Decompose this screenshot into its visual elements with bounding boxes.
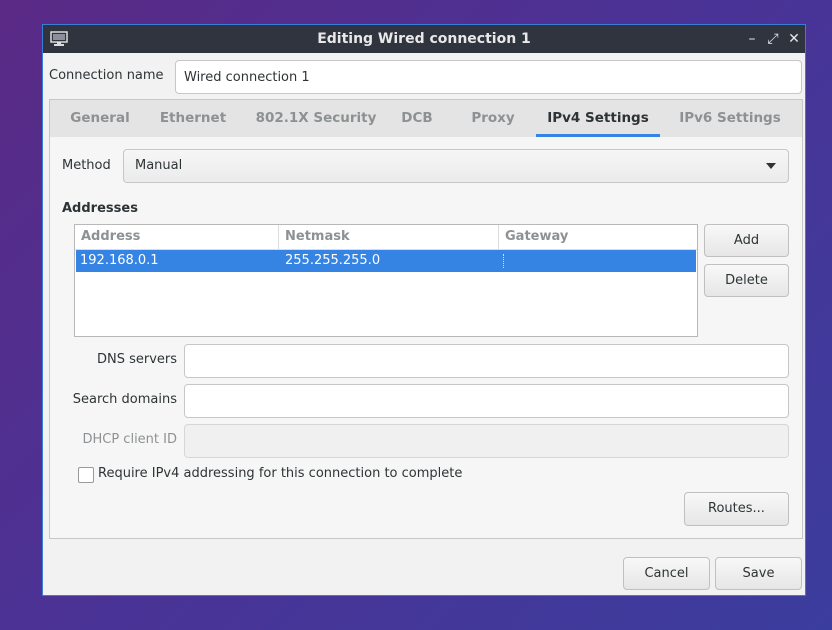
- require-ipv4-label[interactable]: Require IPv4 addressing for this connect…: [98, 466, 462, 481]
- dns-servers-input[interactable]: [184, 344, 789, 378]
- tab-dcb[interactable]: DCB: [397, 100, 437, 137]
- dhcp-client-id-input: [184, 424, 789, 458]
- tab-general[interactable]: General: [59, 100, 141, 137]
- chevron-down-icon: [766, 163, 776, 169]
- tab-ethernet[interactable]: Ethernet: [153, 100, 233, 137]
- tab-ipv4-settings[interactable]: IPv4 Settings: [536, 100, 660, 137]
- minimize-icon[interactable]: –: [743, 29, 761, 49]
- tab-ipv6-settings[interactable]: IPv6 Settings: [674, 100, 786, 137]
- netmask-cell[interactable]: 255.255.255.0: [282, 250, 380, 272]
- tab-proxy[interactable]: Proxy: [465, 100, 521, 137]
- method-label: Method: [62, 158, 111, 173]
- tab-8021x-security[interactable]: 802.1X Security: [248, 100, 384, 137]
- settings-notebook: General Ethernet 802.1X Security DCB Pro…: [49, 99, 803, 539]
- maximize-icon[interactable]: ⤢: [764, 29, 782, 49]
- method-dropdown[interactable]: Manual: [123, 149, 789, 183]
- addresses-heading: Addresses: [62, 201, 138, 216]
- connection-name-label: Connection name: [49, 68, 164, 83]
- addresses-table-header: Address Netmask Gateway: [75, 225, 697, 250]
- tab-bar: General Ethernet 802.1X Security DCB Pro…: [50, 100, 802, 138]
- dhcp-client-id-label: DHCP client ID: [82, 432, 177, 447]
- column-header-netmask[interactable]: Netmask: [279, 225, 499, 249]
- method-value: Manual: [135, 158, 183, 173]
- edit-connection-dialog: Editing Wired connection 1 – ⤢ ✕ Connect…: [42, 24, 806, 596]
- dns-servers-label: DNS servers: [96, 352, 177, 367]
- require-ipv4-checkbox[interactable]: [78, 467, 94, 483]
- table-row[interactable]: 192.168.0.1 255.255.255.0: [76, 250, 696, 272]
- cell-edit-cursor: [503, 254, 504, 268]
- column-header-gateway[interactable]: Gateway: [499, 225, 697, 249]
- address-cell[interactable]: 192.168.0.1: [77, 250, 159, 272]
- connection-name-row: Connection name: [43, 59, 805, 94]
- save-button[interactable]: Save: [715, 557, 802, 590]
- delete-address-button[interactable]: Delete: [704, 264, 789, 297]
- window-title: Editing Wired connection 1: [317, 31, 531, 47]
- ipv4-settings-page: Method Manual Addresses Address Netmask …: [50, 137, 802, 538]
- close-icon[interactable]: ✕: [785, 29, 803, 49]
- column-header-address[interactable]: Address: [75, 225, 279, 249]
- connection-name-input[interactable]: [175, 60, 802, 94]
- title-bar[interactable]: Editing Wired connection 1 – ⤢ ✕: [43, 25, 805, 53]
- routes-button[interactable]: Routes...: [684, 492, 789, 526]
- add-address-button[interactable]: Add: [704, 224, 789, 257]
- search-domains-input[interactable]: [184, 384, 789, 418]
- cancel-button[interactable]: Cancel: [623, 557, 710, 590]
- addresses-table[interactable]: Address Netmask Gateway 192.168.0.1 255.…: [74, 224, 698, 337]
- search-domains-label: Search domains: [72, 392, 177, 407]
